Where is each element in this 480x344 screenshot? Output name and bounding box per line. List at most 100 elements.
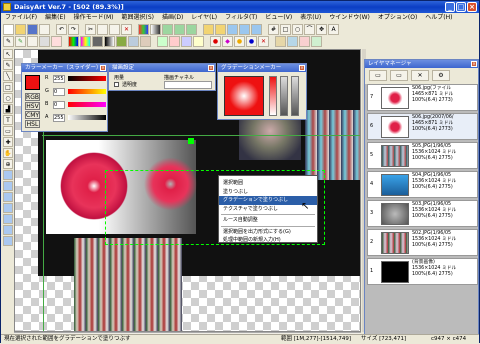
tool-blur-icon[interactable]: [3, 192, 13, 202]
mode-hsl-button[interactable]: HSL: [25, 120, 40, 128]
tool-ellipse-icon[interactable]: ○: [3, 93, 13, 103]
layer-copy-icon[interactable]: [251, 24, 262, 35]
yellow-ball-icon[interactable]: ●: [234, 36, 245, 47]
menu-help[interactable]: ヘルプ(H): [421, 13, 456, 23]
channel-r-value[interactable]: 255: [53, 75, 65, 83]
tool-zoom-icon[interactable]: ⊕: [3, 159, 13, 169]
tool-stamp-icon[interactable]: [3, 170, 13, 180]
brush-icon[interactable]: ✎: [15, 36, 26, 47]
print-icon[interactable]: [39, 24, 50, 35]
menu-filter[interactable]: フィルタ(T): [221, 13, 261, 23]
close-icon[interactable]: ×: [100, 65, 106, 71]
fx1-icon[interactable]: [275, 36, 286, 47]
layer-row-5[interactable]: 5 S05.JPG(1/96/05 1536×1024 ミドル 100%(6.4)…: [367, 142, 478, 169]
menu-edit[interactable]: 編集(E): [41, 13, 69, 23]
layer-open-icon[interactable]: ▭: [390, 70, 408, 81]
menu-draw[interactable]: 描画(D): [158, 13, 187, 23]
tool-magic-icon[interactable]: [3, 225, 13, 235]
text-icon[interactable]: A: [328, 24, 339, 35]
blur-icon[interactable]: [128, 36, 139, 47]
delete-icon[interactable]: ✕: [121, 24, 132, 35]
blue-ball-icon[interactable]: ●: [246, 36, 257, 47]
channel-b-value[interactable]: 0: [53, 101, 65, 109]
zoom-fit-icon[interactable]: [186, 24, 197, 35]
zoom-out-icon[interactable]: [174, 24, 185, 35]
tool-select-icon[interactable]: ↖: [3, 49, 13, 59]
color-adjust-icon[interactable]: [116, 36, 127, 47]
tool-gradient-icon[interactable]: [3, 203, 13, 213]
new-icon[interactable]: [3, 24, 14, 35]
menu-layer[interactable]: レイヤ(L): [187, 13, 221, 23]
channel-a-slider[interactable]: [68, 115, 106, 120]
tool-eraser-icon[interactable]: ▭: [3, 126, 13, 136]
gradient-icon[interactable]: [150, 24, 161, 35]
tool-line-icon[interactable]: ╲: [3, 71, 13, 81]
pen-icon[interactable]: ✎: [3, 36, 14, 47]
tool-picker-icon[interactable]: ✚: [3, 137, 13, 147]
layer-row-1[interactable]: 1 (背景画像) 1536×1024 ミドル 100%(6.4) 2775): [367, 258, 478, 285]
layer-settings-icon[interactable]: ⚙: [432, 70, 450, 81]
hsv-icon[interactable]: [80, 36, 91, 47]
minimize-button[interactable]: _: [445, 2, 455, 12]
ctx-output-selection[interactable]: 選択範囲を出力形式にする(G): [219, 228, 317, 237]
cross-icon[interactable]: ✕: [258, 36, 269, 47]
tool-text-icon[interactable]: T: [3, 115, 13, 125]
gem-icon[interactable]: ◆: [222, 36, 233, 47]
layer-down-icon[interactable]: [215, 24, 226, 35]
layer-delete-icon[interactable]: ✕: [411, 70, 429, 81]
channel-r-slider[interactable]: [68, 76, 106, 81]
fx2-icon[interactable]: [287, 36, 298, 47]
channel-b-slider[interactable]: [68, 102, 106, 107]
menu-view[interactable]: ビュー(V): [261, 13, 296, 23]
tool-spray-icon[interactable]: [3, 214, 13, 224]
filter3-icon[interactable]: [181, 36, 192, 47]
layer-row-3[interactable]: 3 S03.JPG(1/96/05 1536×1024 ミドル 100%(6.4)…: [367, 200, 478, 227]
gradation-preview[interactable]: [224, 76, 264, 116]
gradation-slider-3[interactable]: [291, 76, 299, 116]
tool-rect-icon[interactable]: □: [3, 82, 13, 92]
layer-row-7[interactable]: 7 S06.jpg(ファイル 1465×871 ミドル 100%(6.4) 277…: [367, 84, 478, 111]
menu-select[interactable]: 範囲選択(S): [117, 13, 158, 23]
close-button[interactable]: ×: [467, 2, 477, 12]
menu-option[interactable]: オプション(O): [374, 13, 421, 23]
mode-rgb-button[interactable]: RGB: [25, 93, 40, 101]
red-ball-icon[interactable]: ●: [210, 36, 221, 47]
zoom-in-icon[interactable]: [162, 24, 173, 35]
eraser-icon[interactable]: [51, 36, 62, 47]
tool-smudge-icon[interactable]: [3, 181, 13, 191]
layer-up-icon[interactable]: [203, 24, 214, 35]
lasso-icon[interactable]: ⌒: [304, 24, 315, 35]
ctx-selection[interactable]: 選択範囲: [219, 179, 317, 188]
tool-fill-icon[interactable]: ▟: [3, 104, 13, 114]
ellipse-select-icon[interactable]: ○: [292, 24, 303, 35]
tool-pen-icon[interactable]: ✎: [3, 60, 13, 70]
layer-new-icon[interactable]: ▭: [369, 70, 387, 81]
rgb-icon[interactable]: [68, 36, 79, 47]
gradation-slider-2[interactable]: [280, 76, 288, 116]
current-color-swatch[interactable]: [25, 75, 40, 90]
selection-handle[interactable]: [188, 138, 194, 144]
redo-icon[interactable]: ↷: [68, 24, 79, 35]
airbrush-icon[interactable]: [27, 36, 38, 47]
sharpen-icon[interactable]: [140, 36, 151, 47]
paste-icon[interactable]: [109, 24, 120, 35]
tool-hand-icon[interactable]: ✋: [3, 148, 13, 158]
layer-row-4[interactable]: 4 S04.JPG(1/96/05 1536×1024 ミドル 100%(6.4)…: [367, 171, 478, 198]
cut-icon[interactable]: ✂: [85, 24, 96, 35]
ctx-new-input[interactable]: 処理中範囲の新規入力(H): [219, 236, 317, 245]
layer-row-2[interactable]: 2 S02.JPG(1/96/05 1536×1024 ミドル 100%(6.4)…: [367, 229, 478, 256]
fx4-icon[interactable]: [311, 36, 322, 47]
fx3-icon[interactable]: [299, 36, 310, 47]
filter2-icon[interactable]: [169, 36, 180, 47]
close-icon[interactable]: ×: [208, 65, 214, 71]
close-icon[interactable]: ×: [471, 61, 477, 67]
menu-display[interactable]: 表示(U): [296, 13, 325, 23]
grid-icon[interactable]: #: [268, 24, 279, 35]
menu-mode[interactable]: 操作モード(M): [70, 13, 118, 23]
ctx-fill[interactable]: 塗りつぶし: [219, 188, 317, 197]
channel-g-slider[interactable]: [68, 89, 106, 94]
ctx-auto-adjust[interactable]: ルース自動調整: [219, 216, 317, 225]
filter4-icon[interactable]: [193, 36, 204, 47]
mode-cmy-button[interactable]: CMY: [25, 111, 40, 119]
close-icon[interactable]: ×: [299, 65, 305, 71]
